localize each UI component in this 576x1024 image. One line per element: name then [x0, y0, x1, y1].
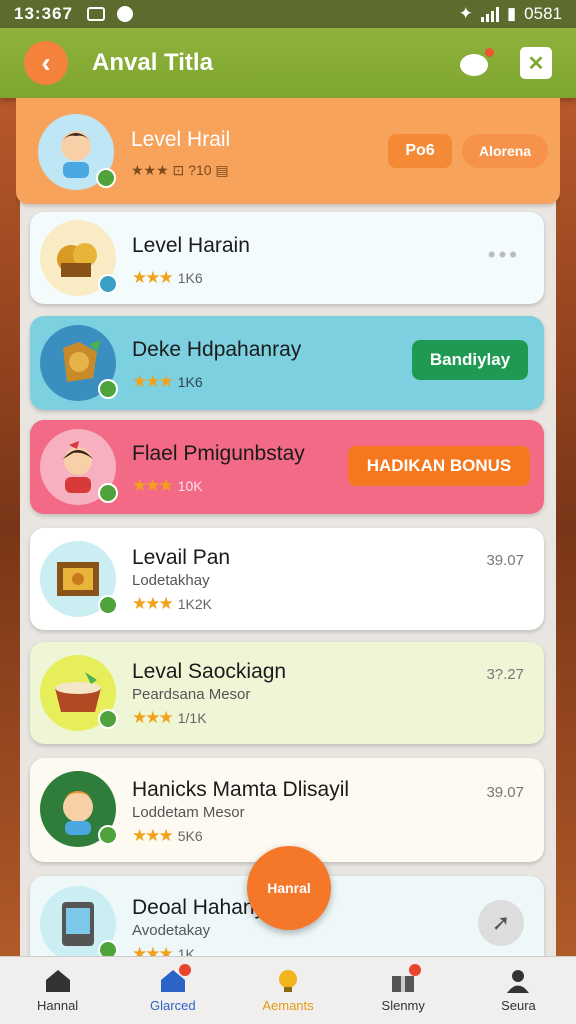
card-title: Deoal Hahany — [132, 896, 266, 919]
user-icon — [507, 970, 530, 993]
rating-stars: ★★★ — [132, 594, 174, 613]
rating-stars: ★★★ — [132, 372, 174, 391]
bonus-badge[interactable]: HADIKAN BONUS — [348, 446, 530, 486]
card-title: Deke Hdpahanray — [132, 338, 302, 361]
avatar — [40, 886, 118, 958]
avatar — [40, 541, 118, 617]
card-subtitle: Loddetam Mesor — [132, 804, 245, 821]
card-subtitle: Avodetakay — [132, 922, 211, 939]
fab-label: Hanral — [267, 880, 311, 896]
house-badge-icon — [159, 964, 191, 994]
card-time: 39.07 — [486, 784, 524, 801]
card-meta: ★★★ 1K2K — [132, 594, 212, 613]
card-meta: ★★★ 10K — [132, 476, 203, 495]
bottom-nav: Hannal Glarced Aemants Slenmy Seura — [0, 956, 576, 1024]
avatar — [40, 429, 118, 505]
edit-icon[interactable]: ✕ — [520, 47, 552, 79]
battery-icon: ▮ — [506, 4, 517, 23]
bulb-icon — [279, 970, 297, 992]
rating-stars: ★★★ — [132, 826, 174, 845]
card-meta: ★★★ 1K6 — [132, 372, 203, 391]
share-icon[interactable]: ➚ — [478, 900, 524, 946]
level-list: Level Hrail ★★★ ⊡ ?10 ▤ Po6 Alorena Leve… — [16, 98, 560, 958]
card-subtitle: Peardsana Mesor — [132, 686, 251, 703]
status-time: 13:367 — [14, 4, 73, 23]
wifi-icon: ✦ — [458, 4, 473, 23]
list-item[interactable]: Levail Pan Lodetakhay ★★★ 1K2K 39.07 — [30, 528, 544, 630]
back-button[interactable]: ‹ — [24, 41, 68, 85]
nav-item-aemants[interactable]: Aemants — [230, 957, 345, 1024]
gift-icon — [389, 964, 422, 994]
list-item[interactable]: Flael Pmigunbstay ★★★ 10K HADIKAN BONUS — [30, 420, 544, 514]
avatar — [40, 220, 118, 296]
avatar — [40, 325, 118, 401]
rank-pill[interactable]: Po6 — [388, 134, 452, 168]
avatar — [38, 114, 116, 190]
list-item[interactable]: Deke Hdpahanray ★★★ 1K6 Bandiylay — [30, 316, 544, 410]
floating-action-button[interactable]: Hanral — [247, 846, 331, 930]
list-item[interactable]: Level Harain ★★★ 1K6 ••• — [30, 212, 544, 304]
card-time: 39.07 — [486, 552, 524, 569]
chevron-left-icon: ‹ — [41, 47, 51, 78]
card-title: Level Hrail — [131, 128, 231, 151]
avatar — [40, 655, 118, 731]
badge-button[interactable]: Bandiylay — [412, 340, 528, 380]
card-meta: ★★★ ⊡ ?10 ▤ — [131, 162, 229, 178]
nav-item-home[interactable]: Hannal — [0, 957, 115, 1024]
status-battery: 0581 — [524, 4, 562, 23]
app-header: ‹ Anval Titla ✕ — [0, 28, 576, 98]
nav-label: Slenmy — [381, 998, 425, 1013]
nav-item-seura[interactable]: Seura — [461, 957, 576, 1024]
status-bar: 13:367 ✦ ▮ 0581 — [0, 0, 576, 28]
nav-label: Aemants — [262, 998, 314, 1013]
nav-item-slenmy[interactable]: Slenmy — [346, 957, 461, 1024]
rating-stars: ★★★ — [132, 476, 174, 495]
rating-stars: ★★★ — [132, 268, 174, 287]
card-title: Leval Saockiagn — [132, 660, 287, 683]
more-icon[interactable]: ••• — [488, 242, 520, 268]
chat-icon[interactable] — [460, 48, 494, 78]
card-meta: ★★★ 1K6 — [132, 268, 203, 287]
notification-icon — [116, 6, 133, 22]
card-subtitle: Lodetakhay — [132, 572, 210, 589]
card-time: 3?.27 — [486, 666, 524, 683]
nav-label: Seura — [501, 998, 536, 1013]
signal-icon — [480, 6, 499, 22]
page-title: Anval Titla — [92, 49, 213, 76]
nav-label: Hannal — [37, 998, 79, 1013]
home-icon — [45, 970, 70, 992]
nav-label: Glarced — [150, 998, 196, 1013]
voicemail-icon — [86, 7, 105, 21]
list-item[interactable]: Leval Saockiagn Peardsana Mesor ★★★ 1/1K … — [30, 642, 544, 744]
card-title: Flael Pmigunbstay — [132, 442, 305, 465]
card-meta: ★★★ 5K6 — [132, 826, 203, 845]
card-meta: ★★★ 1/1K — [132, 708, 207, 727]
alorena-pill[interactable]: Alorena — [462, 134, 548, 168]
avatar — [40, 771, 118, 847]
card-title: Level Harain — [132, 234, 250, 257]
nav-item-glarced[interactable]: Glarced — [115, 957, 230, 1024]
card-title: Levail Pan — [132, 546, 231, 569]
card-title: Hanicks Mamta Dlisayil — [132, 778, 350, 801]
rating-stars: ★★★ — [132, 708, 174, 727]
list-item[interactable]: Level Hrail ★★★ ⊡ ?10 ▤ Po6 Alorena — [16, 98, 560, 204]
